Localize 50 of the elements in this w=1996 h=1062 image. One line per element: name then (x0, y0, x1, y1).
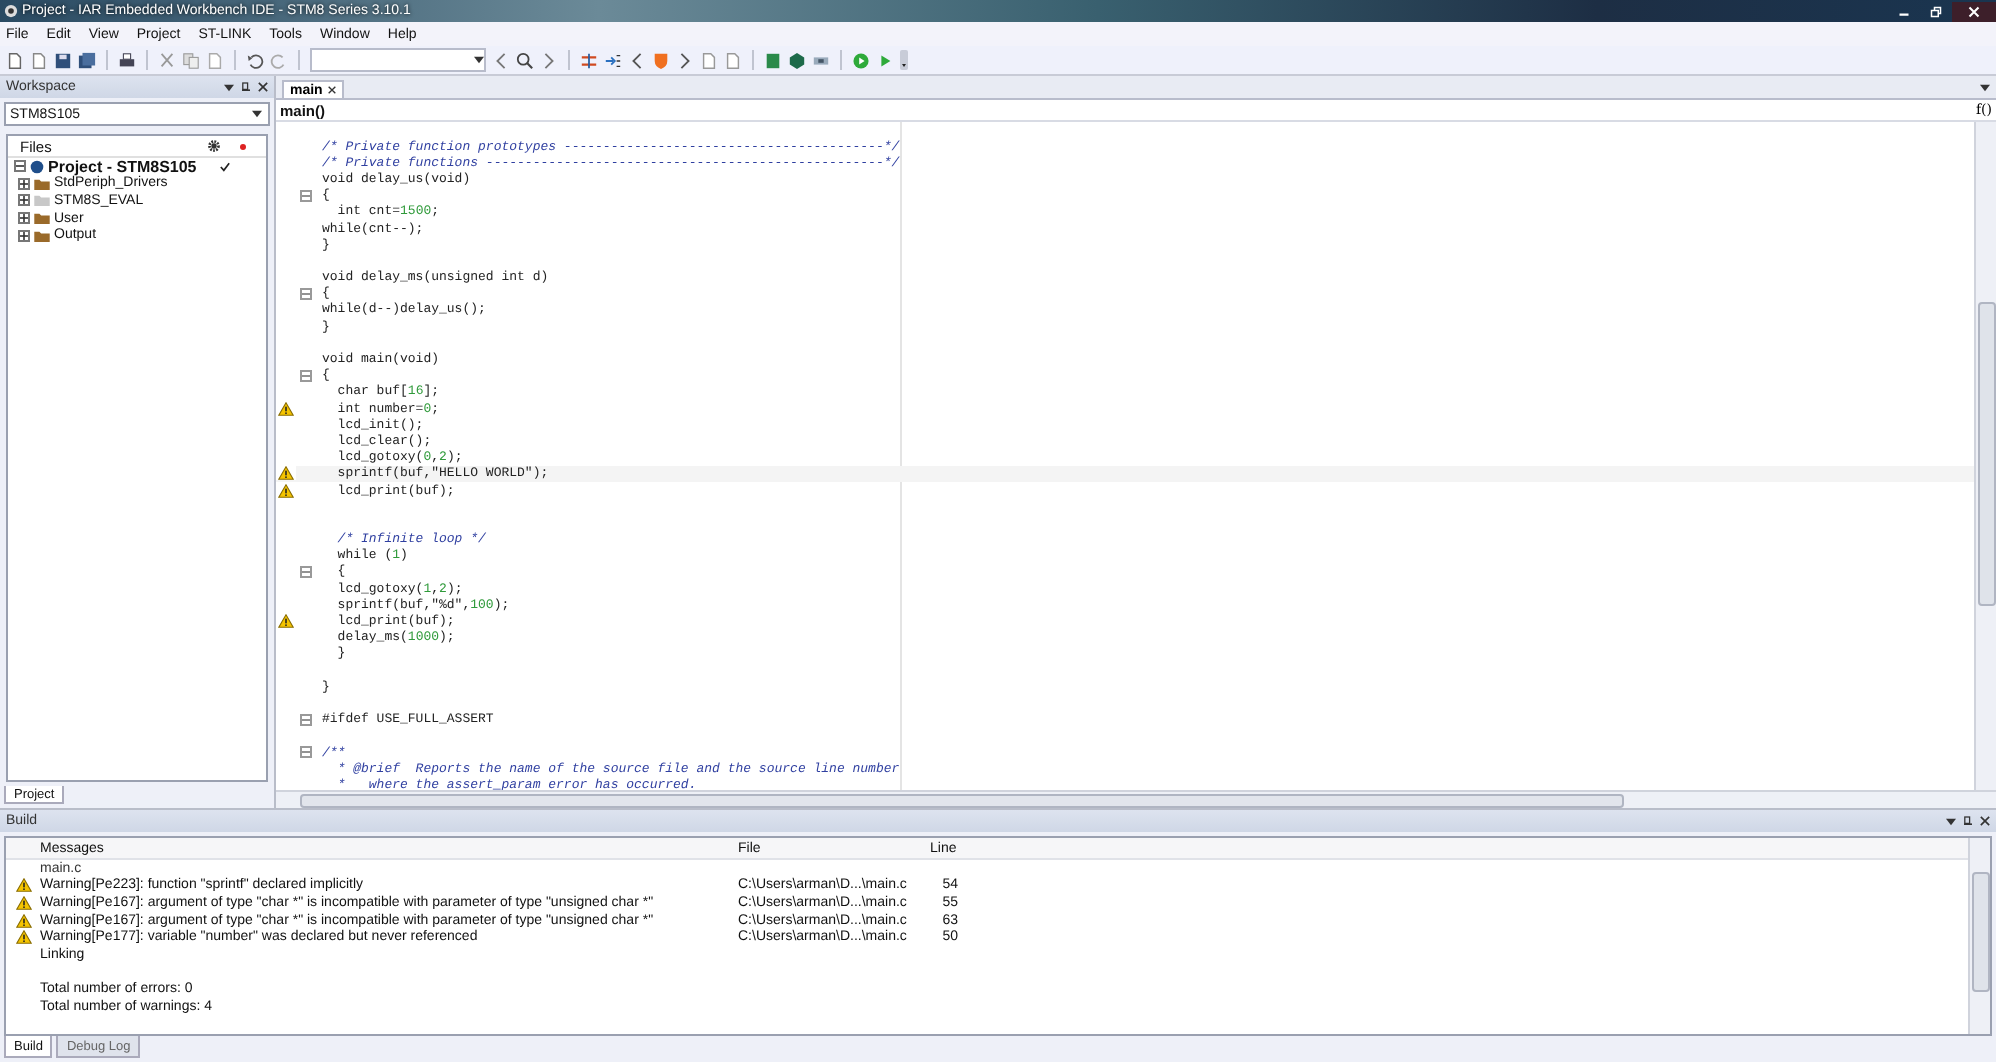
fold-toggle[interactable] (300, 287, 312, 300)
dropdown-icon[interactable] (224, 83, 234, 91)
expand-toggle[interactable] (18, 177, 30, 190)
dropdown-icon[interactable] (474, 56, 484, 64)
find-field[interactable] (310, 48, 486, 72)
shield-icon[interactable] (652, 51, 670, 69)
new-document-icon[interactable] (30, 51, 48, 69)
fold-toggle[interactable] (300, 189, 312, 202)
app-icon (4, 4, 18, 18)
horizontal-scrollbar[interactable] (276, 790, 1996, 808)
close-icon (1968, 5, 1980, 17)
undo-icon[interactable] (246, 51, 264, 69)
toolbar-overflow-icon[interactable] (900, 50, 908, 70)
forward-icon[interactable] (540, 51, 558, 69)
restore-icon (1930, 5, 1942, 17)
close-icon[interactable] (258, 82, 268, 92)
close-button[interactable] (1952, 1, 1996, 21)
run-icon[interactable] (876, 51, 894, 69)
gear-icon[interactable] (208, 140, 220, 152)
indent-icon[interactable] (604, 51, 622, 69)
dropdown-icon[interactable] (1946, 817, 1956, 825)
pin-icon[interactable] (1964, 816, 1972, 826)
fold-toggle[interactable] (300, 745, 312, 758)
expand-toggle[interactable] (14, 160, 26, 173)
print-icon[interactable] (118, 51, 136, 69)
vertical-scrollbar[interactable] (1968, 838, 1990, 1034)
close-icon[interactable] (328, 86, 337, 94)
fold-toggle[interactable] (300, 713, 312, 726)
save-all-icon[interactable] (78, 51, 96, 69)
previous-icon[interactable] (628, 51, 646, 69)
expand-toggle[interactable] (18, 194, 30, 207)
pin-icon[interactable] (242, 82, 250, 92)
vertical-scrollbar[interactable] (1974, 122, 1996, 790)
tree-item[interactable]: Project - STM8S105 (48, 157, 197, 176)
dropdown-icon (252, 110, 262, 118)
debug-icon[interactable] (852, 51, 870, 69)
arrows-icon[interactable] (580, 51, 598, 69)
fold-toggle[interactable] (300, 369, 312, 382)
project-icon (30, 159, 44, 174)
save-icon[interactable] (54, 51, 72, 69)
expand-toggle[interactable] (18, 229, 30, 242)
new-file-icon[interactable] (6, 51, 24, 69)
back-icon[interactable] (492, 51, 510, 69)
expand-toggle[interactable] (18, 212, 30, 225)
next-icon[interactable] (676, 51, 694, 69)
search-icon[interactable] (516, 51, 534, 69)
close-icon[interactable] (1980, 816, 1990, 826)
status-dot-icon (240, 143, 246, 149)
fold-toggle[interactable] (300, 565, 312, 578)
dropdown-icon[interactable] (1980, 84, 1990, 92)
